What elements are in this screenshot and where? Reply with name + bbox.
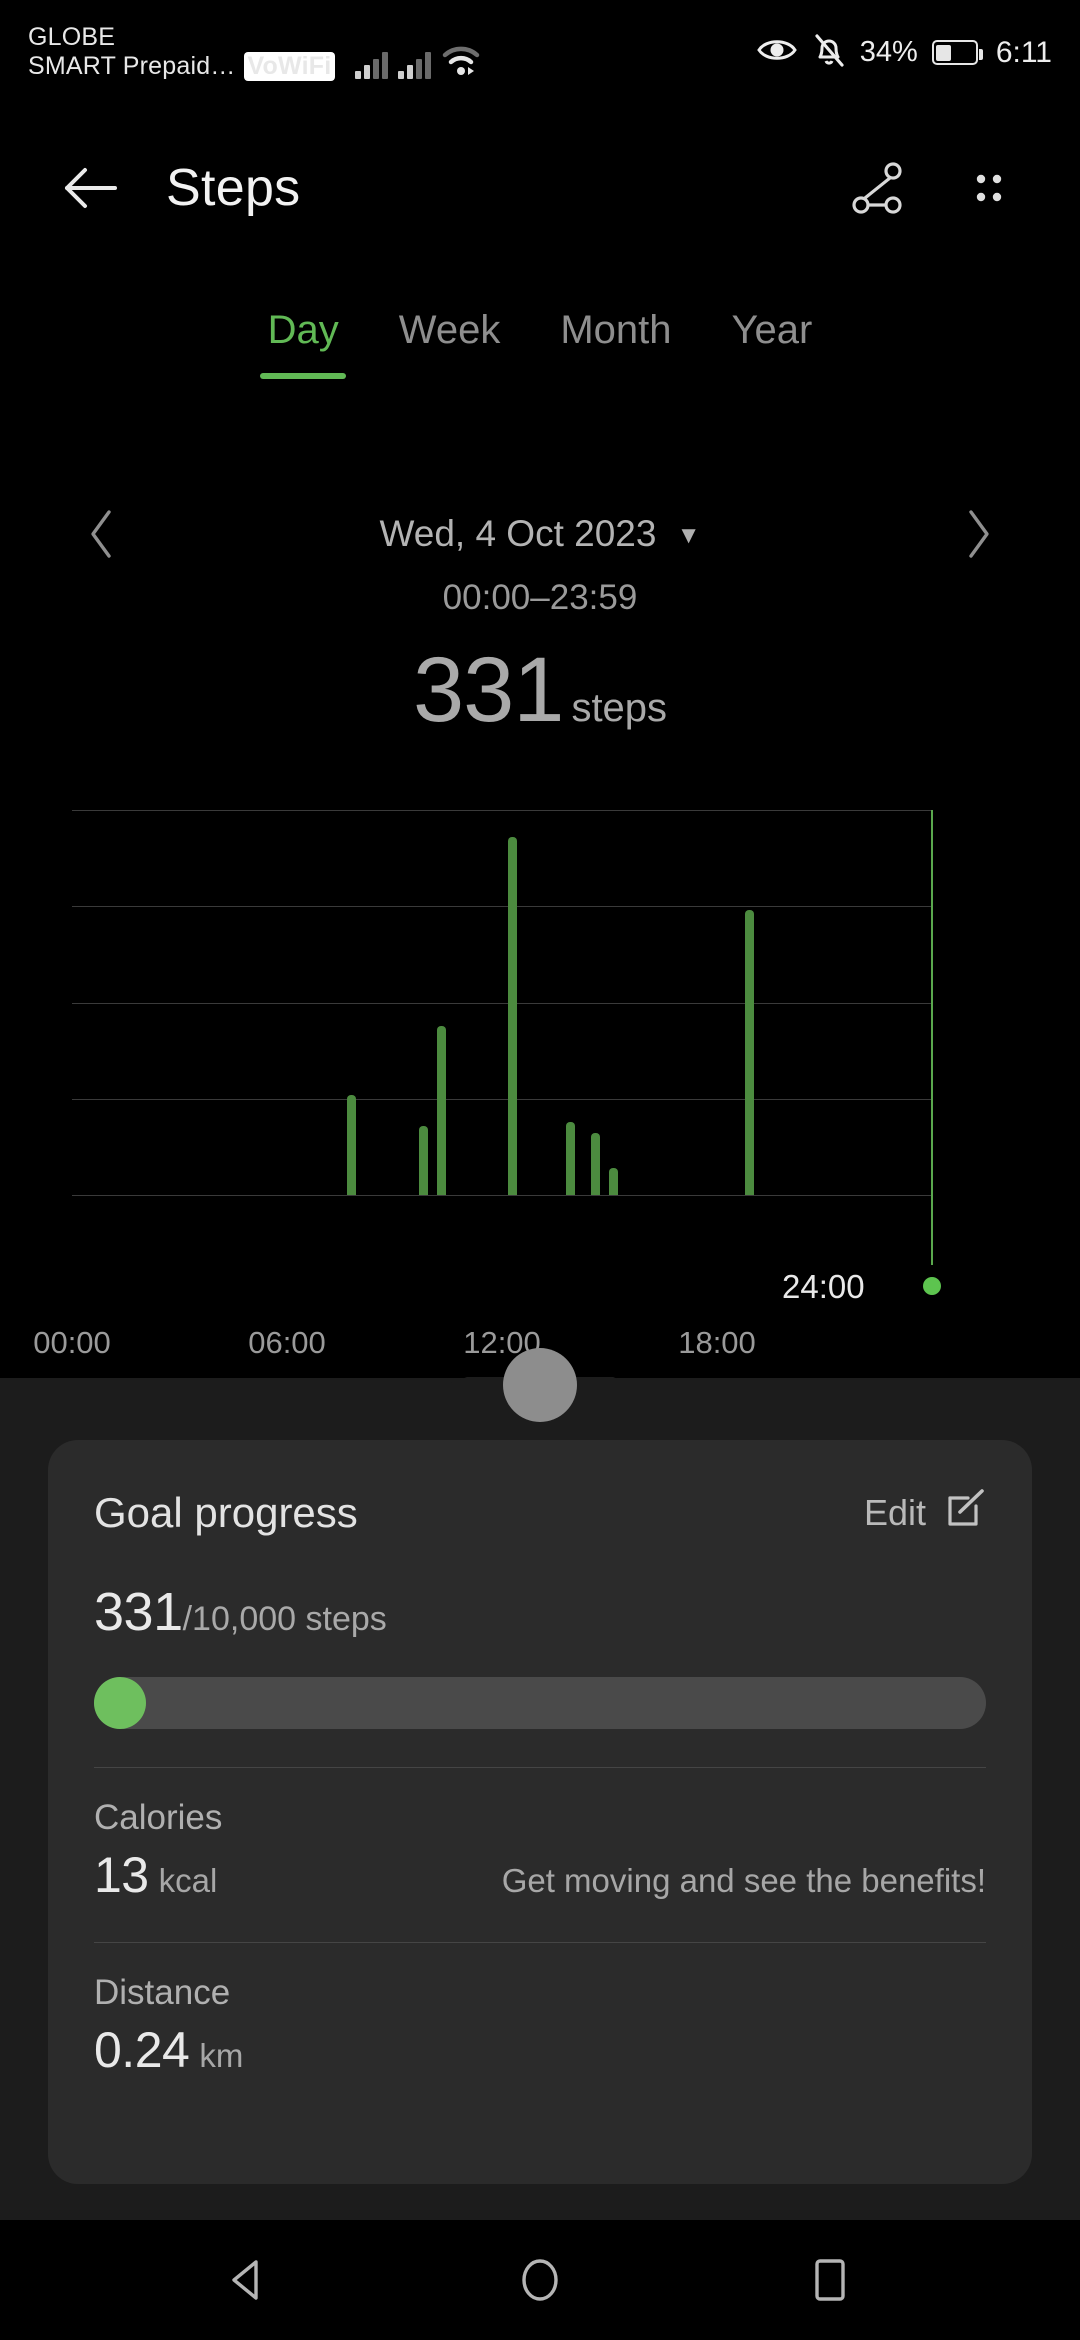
signal-bars-icon <box>355 49 389 79</box>
steps-summary: 331 steps <box>0 638 1080 743</box>
carrier-name-secondary: SMART Prepaid… <box>28 52 236 81</box>
caret-down-icon: ▼ <box>676 522 701 549</box>
status-bar-clock: 6:11 <box>995 35 1052 69</box>
steps-count: 331 <box>412 639 564 741</box>
status-bar-right: 34% 6:11 <box>756 32 1052 73</box>
carrier-name-primary: GLOBE <box>28 23 116 51</box>
system-nav-bar <box>0 2220 1080 2340</box>
chart-bar[interactable] <box>436 1025 446 1195</box>
chart-gridline <box>72 1195 932 1196</box>
metric-distance: Distance 0.24 km <box>94 1943 986 2079</box>
status-bar-left: GLOBE SMART Prepaid… VoWiFi <box>28 23 481 82</box>
steps-chart[interactable]: 0255075100 24:00 <box>0 790 1080 2002</box>
chart-end-time-label: 24:00 <box>782 1268 865 1305</box>
carrier-info: GLOBE SMART Prepaid… VoWiFi <box>28 23 336 82</box>
bell-muted-icon <box>812 32 846 73</box>
signal-bars-secondary-icon <box>398 49 432 79</box>
period-tabs: Day Week Month Year <box>0 300 1080 361</box>
chart-bar[interactable] <box>565 1121 575 1195</box>
chevron-left-icon[interactable] <box>72 504 132 564</box>
current-date-label: Wed, 4 Oct 2023 <box>379 513 657 554</box>
metric-calories: Calories 13 kcal Get moving and see the … <box>94 1768 986 1904</box>
date-navigator: Wed, 4 Oct 2023 ▼ <box>0 492 1080 576</box>
goal-card-title: Goal progress <box>94 1488 358 1536</box>
metric-distance-label: Distance <box>94 1973 231 2012</box>
metric-calories-hint: Get moving and see the benefits! <box>501 1862 986 1899</box>
edit-goal-label: Edit <box>863 1491 926 1533</box>
edit-pencil-icon <box>942 1486 986 1539</box>
chart-bar[interactable] <box>347 1094 356 1195</box>
tab-day[interactable]: Day <box>238 300 369 361</box>
chart-plot-area <box>72 810 932 1196</box>
metric-distance-row: 0.24 km <box>94 2021 986 2079</box>
metric-calories-label: Calories <box>94 1798 223 1837</box>
metric-distance-value: 0.24 <box>94 2022 190 2078</box>
metric-calories-unit: kcal <box>158 1862 218 1899</box>
chevron-right-icon[interactable] <box>948 504 1008 564</box>
nav-recents-square-icon[interactable] <box>785 2235 875 2325</box>
chart-bar[interactable] <box>508 836 518 1195</box>
chart-gridline <box>72 906 932 908</box>
goal-numbers: 331/10,000 steps <box>94 1581 986 1643</box>
tab-week[interactable]: Week <box>369 300 531 361</box>
goal-progress-bar <box>94 1677 986 1729</box>
app-bar: Steps <box>0 105 1080 270</box>
nav-back-triangle-icon[interactable] <box>205 2235 295 2325</box>
chart-bar[interactable] <box>744 910 754 1195</box>
metric-distance-unit: km <box>199 2037 244 2074</box>
goal-progress-card: Goal progress Edit 331/10,000 steps Calo… <box>48 1440 1032 2184</box>
battery-icon <box>931 40 983 65</box>
goal-progress-fill <box>94 1677 146 1729</box>
chart-gridline <box>72 810 932 811</box>
metric-calories-row: 13 kcal Get moving and see the benefits! <box>94 1846 986 1904</box>
battery-percent: 34% <box>859 36 918 68</box>
chart-time-marker-dot <box>923 1277 941 1295</box>
goal-card-header: Goal progress Edit <box>94 1486 986 1539</box>
steps-unit: steps <box>571 686 668 730</box>
chart-time-marker-line <box>931 810 933 1265</box>
status-bar: GLOBE SMART Prepaid… VoWiFi 34% 6:11 <box>0 0 1080 105</box>
chart-x-tick: 06:00 <box>248 1325 326 1360</box>
edit-goal-button[interactable]: Edit <box>864 1486 986 1539</box>
goal-target-value: /10,000 steps <box>182 1600 387 1638</box>
eye-icon <box>756 35 798 70</box>
chart-x-tick: 00:00 <box>33 1325 111 1360</box>
carrier-name-secondary-row: SMART Prepaid… VoWiFi <box>28 51 336 82</box>
chart-bar[interactable] <box>418 1125 428 1195</box>
wifi-icon <box>441 43 481 82</box>
chart-bar[interactable] <box>590 1133 600 1195</box>
nav-home-circle-icon[interactable] <box>495 2235 585 2325</box>
current-date[interactable]: Wed, 4 Oct 2023 ▼ <box>132 513 948 555</box>
time-range-label: 00:00–23:59 <box>442 578 638 617</box>
chart-bar[interactable] <box>608 1168 618 1195</box>
share-icon[interactable] <box>838 149 916 227</box>
more-grid-icon[interactable] <box>950 149 1028 227</box>
page-title: Steps <box>166 158 301 217</box>
back-arrow-icon[interactable] <box>52 149 130 227</box>
metric-calories-value: 13 <box>94 1847 149 1903</box>
chart-gridline <box>72 1002 932 1004</box>
tab-month[interactable]: Month <box>530 300 701 361</box>
tab-year[interactable]: Year <box>702 300 843 361</box>
goal-current-value: 331 <box>94 1582 183 1642</box>
vowifi-badge: VoWiFi <box>243 51 336 82</box>
panel-drag-handle[interactable] <box>503 1348 577 1422</box>
chart-gridline <box>72 1098 932 1100</box>
chart-x-tick: 18:00 <box>678 1325 756 1360</box>
